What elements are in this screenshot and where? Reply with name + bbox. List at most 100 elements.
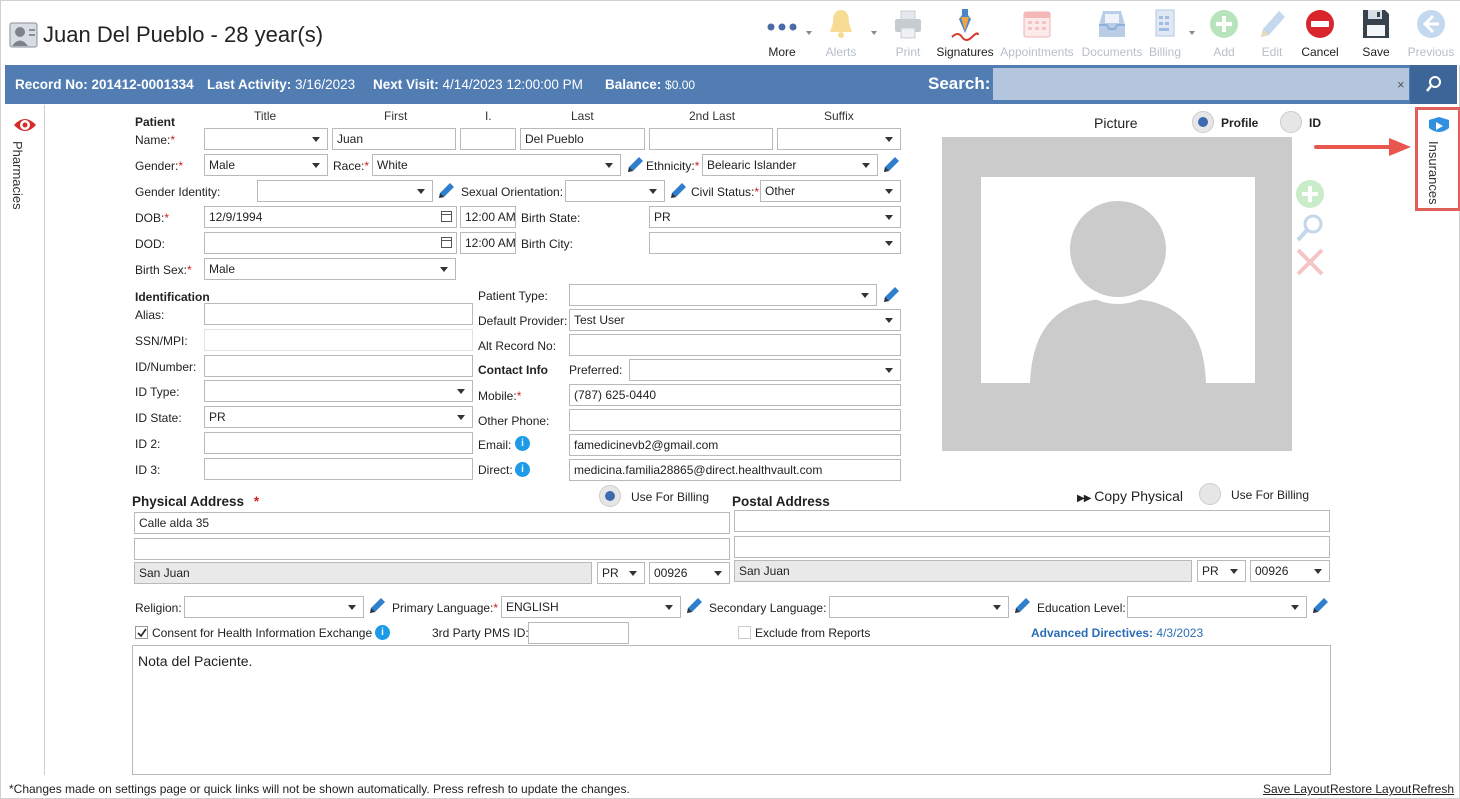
consent-checkbox[interactable] — [135, 626, 148, 639]
postal-address-line2[interactable] — [734, 536, 1330, 558]
edit-secondary-language-pencil-icon[interactable] — [1012, 596, 1032, 616]
id-type-select[interactable] — [204, 380, 473, 402]
ethnicity-select[interactable]: Belearic Islander — [702, 154, 878, 176]
consent-info-icon[interactable]: i — [375, 625, 390, 640]
exclude-reports-checkbox[interactable] — [738, 626, 751, 639]
refresh-link[interactable]: Refresh — [1412, 782, 1454, 796]
title-select[interactable] — [204, 128, 328, 150]
footer-note: *Changes made on settings page or quick … — [9, 782, 630, 796]
race-select[interactable]: White — [372, 154, 621, 176]
save-layout-link[interactable]: Save Layout — [1263, 782, 1330, 796]
pharmacies-tab[interactable]: Pharmacies — [10, 141, 25, 210]
physical-use-billing-label: Use For Billing — [631, 490, 710, 504]
email-info-icon[interactable]: i — [515, 436, 530, 451]
zoom-picture-icon[interactable] — [1295, 213, 1325, 243]
postal-city-field[interactable]: San Juan — [734, 560, 1192, 582]
mobile-field[interactable]: (787) 625-0440 — [569, 384, 901, 406]
physical-use-billing-radio[interactable] — [599, 485, 621, 507]
physical-zip-select[interactable]: 00926 — [649, 562, 730, 584]
sexual-orientation-select[interactable] — [565, 180, 665, 202]
restore-layout-link[interactable]: Restore Layout — [1330, 782, 1411, 796]
alerts-button[interactable]: Alerts — [813, 5, 877, 63]
edit-patient-type-pencil-icon[interactable] — [881, 285, 901, 305]
billing-button[interactable]: Billing — [1137, 5, 1195, 63]
contact-info-heading: Contact Info — [478, 363, 548, 377]
postal-address-line1[interactable] — [734, 510, 1330, 532]
signatures-button[interactable]: Signatures — [936, 5, 994, 63]
edit-gender-identity-pencil-icon[interactable] — [436, 181, 456, 201]
edit-sexual-orientation-pencil-icon[interactable] — [668, 181, 688, 201]
search-button[interactable] — [1410, 65, 1457, 104]
dod-date-field[interactable] — [204, 232, 457, 254]
physical-state-select[interactable]: PR — [597, 562, 645, 584]
advanced-directives-link[interactable]: Advanced Directives: 4/3/2023 — [1031, 626, 1203, 640]
edit-education-level-pencil-icon[interactable] — [1310, 596, 1330, 616]
person-silhouette-icon — [1030, 194, 1206, 383]
appointments-button[interactable]: Appointments — [1000, 5, 1074, 63]
gender-identity-select[interactable] — [257, 180, 433, 202]
postal-state-select[interactable]: PR — [1197, 560, 1246, 582]
alias-field[interactable] — [204, 303, 473, 325]
dod-time-field[interactable]: 12:00 AM — [460, 232, 516, 254]
physical-address-line2[interactable] — [134, 538, 730, 560]
initial-field[interactable] — [460, 128, 516, 150]
dob-time-field[interactable]: 12:00 AM — [460, 206, 516, 228]
copy-physical-button[interactable]: ▶▶ Copy Physical — [1077, 488, 1183, 504]
edit-primary-language-pencil-icon[interactable] — [684, 596, 704, 616]
other-phone-field[interactable] — [569, 409, 901, 431]
profile-radio[interactable] — [1192, 111, 1214, 133]
chevron-down-icon — [806, 31, 812, 35]
physical-address-line1[interactable]: Calle alda 35 — [134, 512, 730, 534]
id-radio[interactable] — [1280, 111, 1302, 133]
pms-id-field[interactable] — [528, 622, 629, 644]
last-name-field[interactable]: Del Pueblo — [520, 128, 645, 150]
calendar-icon[interactable] — [441, 211, 452, 222]
preferred-contact-select[interactable] — [629, 359, 901, 381]
patient-notes-textarea[interactable]: Nota del Paciente. — [132, 645, 1331, 775]
postal-use-billing-radio[interactable] — [1199, 483, 1221, 505]
primary-language-select[interactable]: ENGLISH — [501, 596, 681, 618]
edit-religion-pencil-icon[interactable] — [367, 596, 387, 616]
delete-picture-icon[interactable] — [1295, 247, 1325, 277]
search-input[interactable] — [993, 68, 1409, 100]
dob-date-field[interactable]: 12/9/1994 — [204, 206, 457, 228]
first-name-field[interactable]: Juan — [332, 128, 456, 150]
postal-zip-select[interactable]: 00926 — [1250, 560, 1330, 582]
id3-field[interactable] — [204, 458, 473, 480]
next-visit: Next Visit: 4/14/2023 12:00:00 PM — [373, 77, 583, 92]
ssn-field[interactable] — [204, 329, 473, 351]
patient-type-select[interactable] — [569, 284, 877, 306]
previous-button[interactable]: Previous — [1403, 5, 1459, 63]
direct-info-icon[interactable]: i — [515, 462, 530, 477]
calendar-icon[interactable] — [441, 237, 452, 248]
birth-state-select[interactable]: PR — [649, 206, 901, 228]
id-type-label: ID Type: — [135, 385, 180, 399]
add-picture-icon[interactable] — [1295, 179, 1325, 209]
default-provider-select[interactable]: Test User — [569, 309, 901, 331]
civil-status-select[interactable]: Other — [760, 180, 901, 202]
insurances-tab[interactable]: Insurances — [1426, 141, 1441, 205]
id-state-select[interactable]: PR — [204, 406, 473, 428]
back-arrow-icon — [1417, 10, 1445, 38]
suffix-column-header: Suffix — [824, 109, 854, 123]
education-level-select[interactable] — [1127, 596, 1307, 618]
id-number-field[interactable] — [204, 355, 473, 377]
alt-record-field[interactable] — [569, 334, 901, 356]
birth-sex-select[interactable]: Male — [204, 258, 456, 280]
physical-city-field[interactable]: San Juan — [134, 562, 592, 584]
direct-email-field[interactable]: medicina.familia28865@direct.healthvault… — [569, 459, 901, 481]
edit-race-pencil-icon[interactable] — [625, 155, 645, 175]
more-button[interactable]: More — [754, 5, 812, 63]
email-field[interactable]: famedicinevb2@gmail.com — [569, 434, 901, 456]
clear-search-icon[interactable]: × — [1397, 77, 1405, 92]
gender-select[interactable]: Male — [204, 154, 328, 176]
id2-field[interactable] — [204, 432, 473, 454]
edit-ethnicity-pencil-icon[interactable] — [881, 155, 901, 175]
religion-select[interactable] — [184, 596, 364, 618]
id-radio-label: ID — [1309, 116, 1321, 130]
second-last-name-field[interactable] — [649, 128, 773, 150]
secondary-language-select[interactable] — [829, 596, 1009, 618]
last-column-header: Last — [571, 109, 594, 123]
suffix-select[interactable] — [777, 128, 901, 150]
birth-city-select[interactable] — [649, 232, 901, 254]
